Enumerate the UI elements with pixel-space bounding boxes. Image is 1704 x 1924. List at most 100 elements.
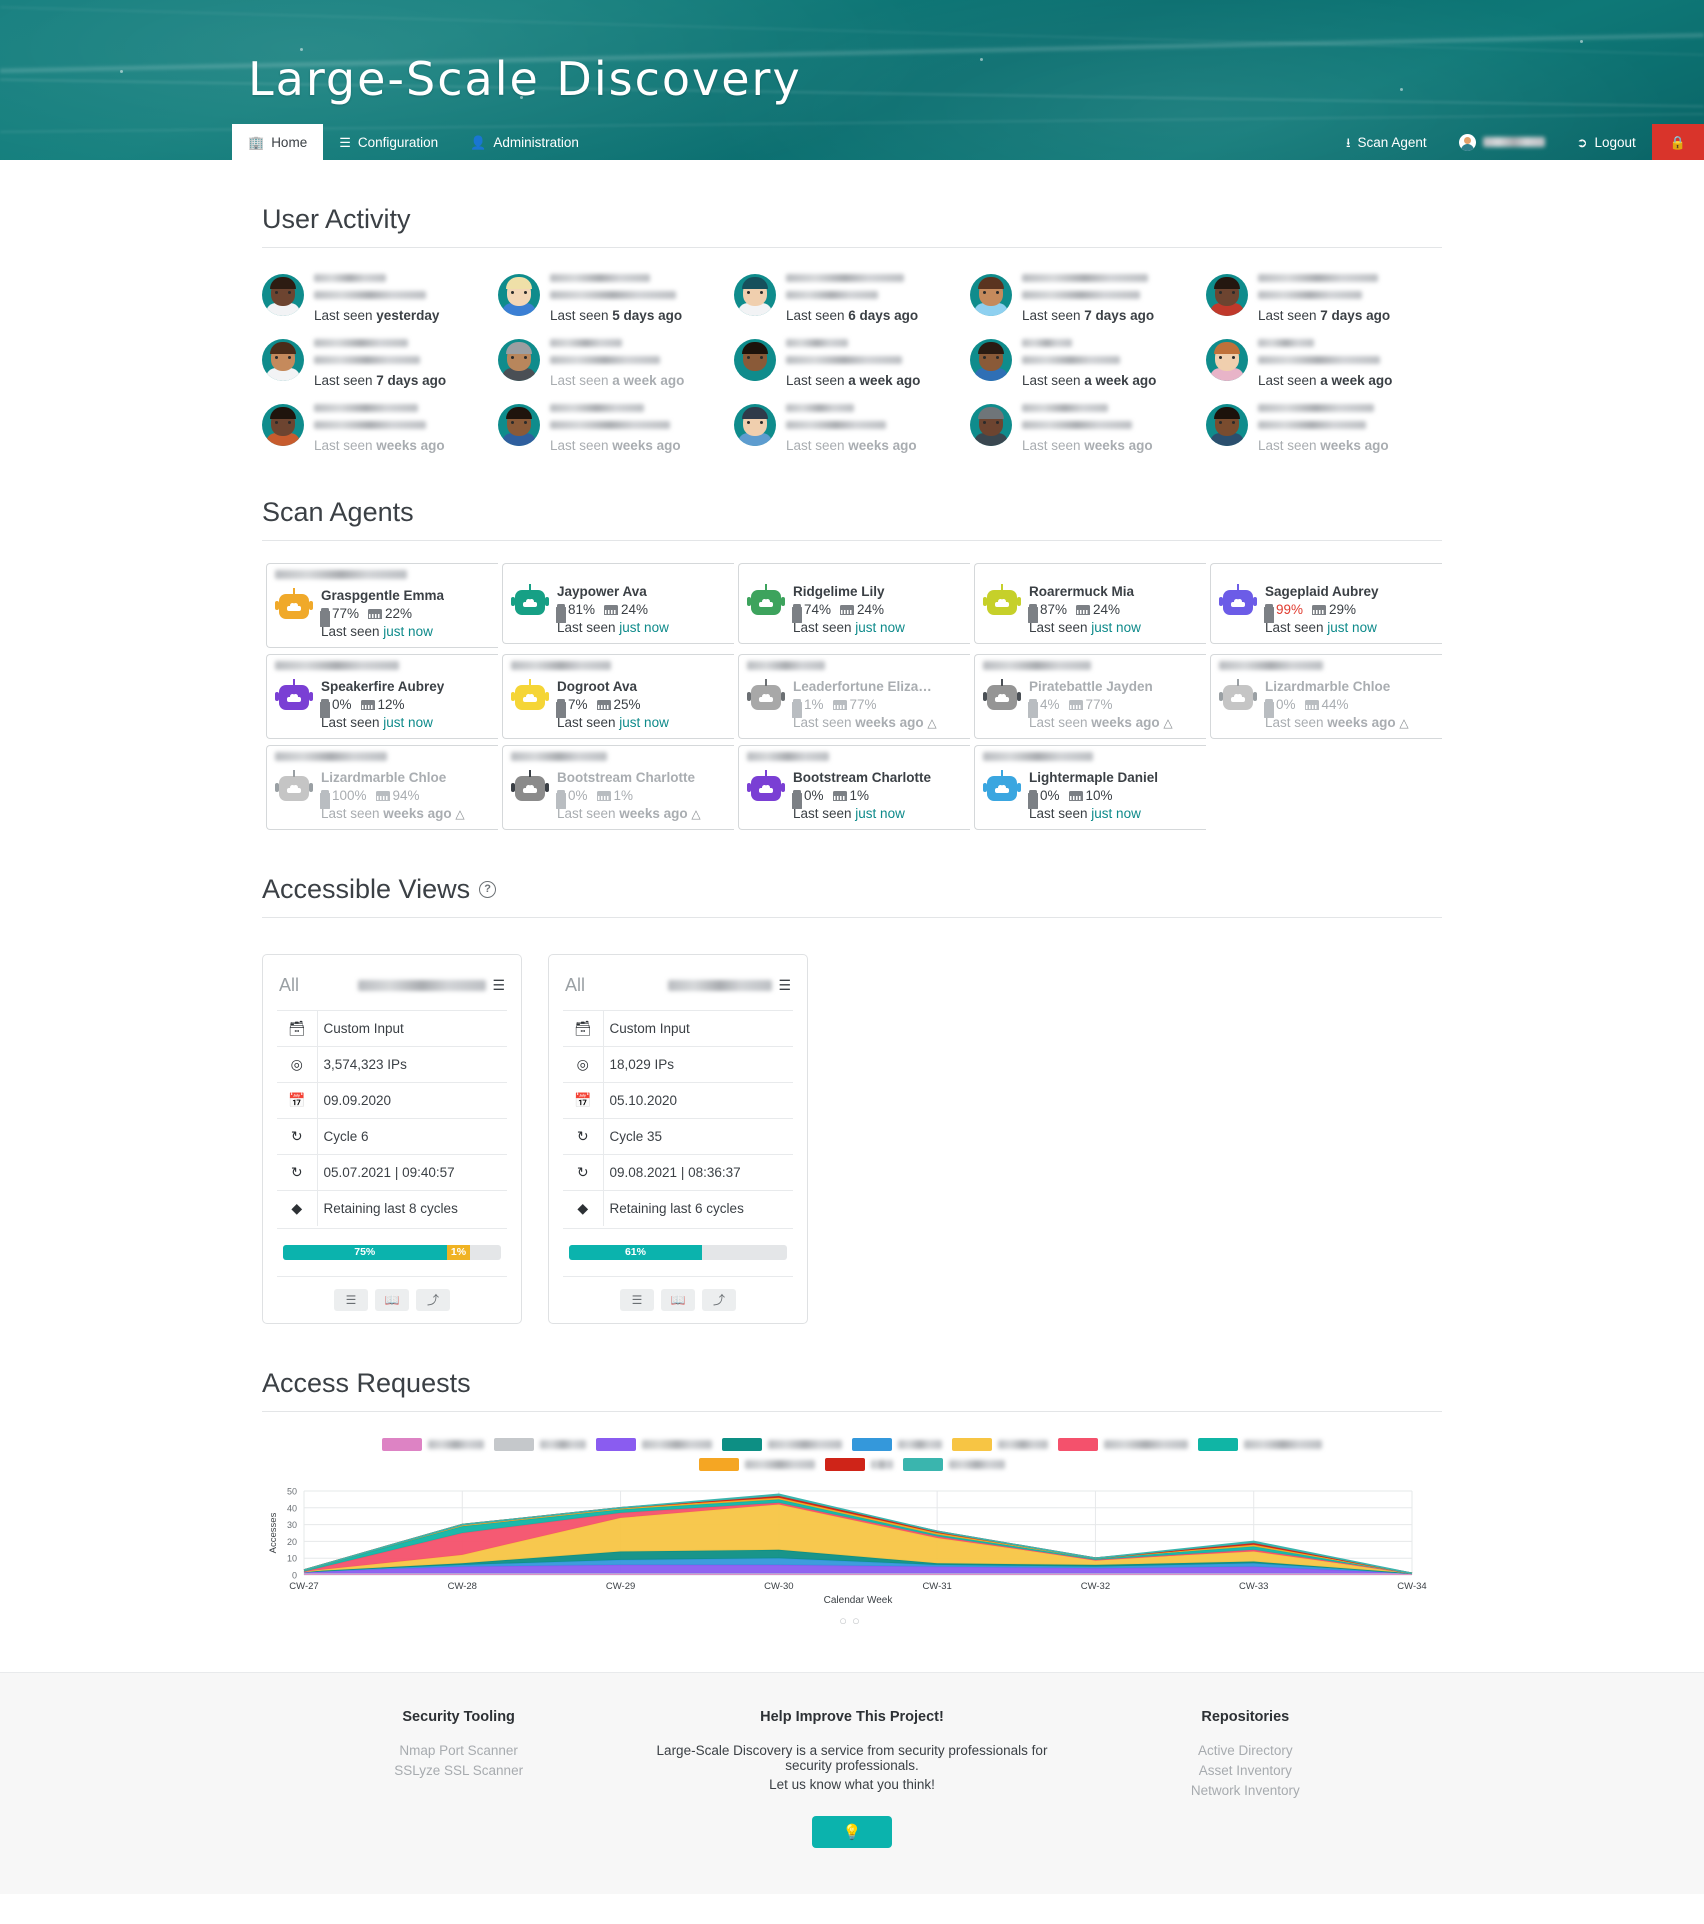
view-action-book-button[interactable]: 📖 <box>375 1288 409 1311</box>
nav-item-home[interactable]: 🏢 Home <box>232 124 324 160</box>
scan-agent-item[interactable]: Lightermaple Daniel 0% 10% Last seen just n… <box>970 744 1206 830</box>
scan-agent-item[interactable]: Dogroot Ava 7% 25% Last seen just now <box>498 653 734 739</box>
cpu-icon <box>1265 698 1273 711</box>
agent-cpu-value: 74% <box>804 601 832 617</box>
scan-agent-item[interactable]: Ridgelime Lily 74% 24% Last seen just now <box>734 563 970 648</box>
scan-agent-item[interactable]: Lizardmarble Chloe 0% 44% Last seen weeks a… <box>1206 653 1442 739</box>
footer-title-security-tooling: Security Tooling <box>402 1708 515 1725</box>
scan-agent-item[interactable]: Bootstream Charlotte 0% 1% Last seen weeks … <box>498 744 734 830</box>
user-activity-item[interactable]: Last seen a week ago <box>498 339 734 388</box>
nav-item-user-account[interactable] <box>1443 124 1561 160</box>
footer-col-security-tooling: Security Tooling Nmap Port Scanner SSLyz… <box>262 1709 655 1848</box>
scan-agent-item[interactable]: Leaderfortune Elizabe... 1% 77% Last seen w… <box>734 653 970 739</box>
agent-last-seen: Last seen just now <box>1265 619 1377 635</box>
nav-item-scan-agent[interactable]: ⭳ Scan Agent <box>1330 124 1443 160</box>
agent-host-redacted <box>747 660 825 670</box>
view-action-share-button[interactable]: ⤴ <box>702 1288 736 1311</box>
agent-name: Lightermaple Daniel <box>1029 769 1159 785</box>
user-activity-item[interactable]: Last seen weeks ago <box>262 404 498 453</box>
user-last-seen: Last seen a week ago <box>1258 373 1393 388</box>
agent-name: Speakerfire Aubrey <box>321 678 445 694</box>
view-card-header: All ☰ <box>563 969 793 1010</box>
memory-icon <box>1076 604 1091 615</box>
scan-agent-item[interactable]: Lizardmarble Chloe 100% 94% Last seen weeks… <box>262 744 498 830</box>
nav-item-configuration[interactable]: ☰ Configuration <box>323 124 454 160</box>
user-activity-item[interactable]: Last seen 5 days ago <box>498 274 734 323</box>
user-activity-item[interactable]: Last seen 7 days ago <box>1206 274 1442 323</box>
chart-legend-item[interactable] <box>722 1437 842 1451</box>
user-last-seen: Last seen a week ago <box>786 373 921 388</box>
scan-agent-item[interactable]: Graspgentle Emma 77% 22% Last seen just now <box>262 563 498 648</box>
agent-cpu-value: 0% <box>1276 696 1296 712</box>
user-activity-item[interactable]: Last seen 7 days ago <box>262 339 498 388</box>
chart-legend-item[interactable] <box>699 1457 815 1471</box>
view-actions: ☰ 📖 ⤴ <box>277 1275 507 1311</box>
user-name-redacted <box>1022 274 1148 282</box>
user-activity-item[interactable]: Last seen a week ago <box>734 339 970 388</box>
scan-agent-item[interactable]: Bootstream Charlotte 0% 1% Last seen just n… <box>734 744 970 830</box>
chart-legend-item[interactable] <box>1058 1437 1188 1451</box>
help-icon[interactable]: ? <box>479 880 497 898</box>
scan-agent-item[interactable]: Sageplaid Aubrey 99% 29% Last seen just now <box>1206 563 1442 648</box>
user-activity-item[interactable]: Last seen weeks ago <box>734 404 970 453</box>
agent-memory-stat: 29% <box>1312 601 1356 619</box>
view-card-header: All ☰ <box>277 969 507 1010</box>
chart-legend-item[interactable] <box>852 1437 942 1451</box>
accessible-view-card[interactable]: All ☰ 🗃 Custom Input ◎ 18,029 IPs 📅 05.10.2020… <box>548 953 808 1324</box>
agent-cpu-stat: 100% <box>321 787 367 805</box>
user-activity-item[interactable]: Last seen 7 days ago <box>970 274 1206 323</box>
user-activity-item[interactable]: Last seen 6 days ago <box>734 274 970 323</box>
broom-icon: ◆ <box>277 1189 318 1226</box>
agent-row: Jaypower Ava 81% 24% Last seen just now <box>511 583 730 637</box>
user-activity-item[interactable]: Last seen weeks ago <box>1206 404 1442 453</box>
scan-agent-item[interactable]: Speakerfire Aubrey 0% 12% Last seen just no… <box>262 653 498 739</box>
footer-col-repositories: Repositories Active Directory Asset Inve… <box>1049 1709 1442 1848</box>
view-detail-value: Cycle 35 <box>603 1117 793 1155</box>
footer-link-sslyze[interactable]: SSLyze SSL Scanner <box>262 1763 655 1778</box>
robot-avatar-icon <box>747 769 785 807</box>
nav-item-administration[interactable]: 👤 Administration <box>454 124 595 160</box>
footer-link-nmap[interactable]: Nmap Port Scanner <box>262 1743 655 1758</box>
nav-item-lock[interactable]: 🔒 <box>1651 124 1704 160</box>
user-activity-item[interactable]: Last seen weeks ago <box>970 404 1206 453</box>
progress-segment: 75% <box>283 1244 447 1260</box>
chart-legend-item[interactable] <box>1198 1437 1322 1451</box>
view-detail-row: ↻ 05.07.2021 | 09:40:57 <box>277 1153 507 1191</box>
view-action-book-button[interactable]: 📖 <box>661 1288 695 1311</box>
legend-color-swatch <box>382 1437 422 1451</box>
agent-stats: 0% 1% <box>793 787 931 805</box>
footer-link-network-inventory[interactable]: Network Inventory <box>1049 1783 1442 1798</box>
view-name-redacted <box>668 979 773 991</box>
user-info: Last seen 7 days ago <box>314 339 446 388</box>
footer-link-asset-inventory[interactable]: Asset Inventory <box>1049 1763 1442 1778</box>
scan-agent-item[interactable]: Jaypower Ava 81% 24% Last seen just now <box>498 563 734 648</box>
footer-link-active-directory[interactable]: Active Directory <box>1049 1743 1442 1758</box>
chart-legend-item[interactable] <box>382 1437 484 1451</box>
nav-item-logout[interactable]: ➲ Logout <box>1561 124 1652 160</box>
agent-meta: Ridgelime Lily 74% 24% Last seen just now <box>793 583 905 637</box>
view-action-database-button[interactable]: ☰ <box>620 1288 654 1311</box>
chart-legend-item[interactable] <box>596 1437 712 1451</box>
user-activity-item[interactable]: Last seen weeks ago <box>498 404 734 453</box>
chart-legend-item[interactable] <box>952 1437 1048 1451</box>
feedback-button[interactable]: 💡 <box>811 1815 892 1848</box>
user-activity-item[interactable]: Last seen a week ago <box>1206 339 1442 388</box>
scan-agent-item[interactable]: Roarermuck Mia 87% 24% Last seen just now <box>970 563 1206 648</box>
agent-box: Bootstream Charlotte 0% 1% Last seen just n… <box>738 744 970 830</box>
home-icon: 🏢 <box>248 134 265 150</box>
agent-cpu-value: 0% <box>332 696 352 712</box>
legend-color-swatch <box>952 1437 992 1451</box>
view-action-database-button[interactable]: ☰ <box>334 1288 368 1311</box>
view-action-share-button[interactable]: ⤴ <box>416 1288 450 1311</box>
agent-box: Lizardmarble Chloe 0% 44% Last seen weeks a… <box>1210 653 1442 739</box>
chart-legend-item[interactable] <box>494 1437 586 1451</box>
svg-text:20: 20 <box>287 1536 297 1546</box>
chart-pagination-dots[interactable]: ○○ <box>262 1613 1442 1628</box>
scan-agent-item[interactable]: Piratebattle Jayden 4% 77% Last seen weeks … <box>970 653 1206 739</box>
user-activity-item[interactable]: Last seen yesterday <box>262 274 498 323</box>
accessible-view-card[interactable]: All ☰ 🗃 Custom Input ◎ 3,574,323 IPs 📅 09.09.2… <box>262 953 522 1324</box>
chart-legend-item[interactable] <box>825 1457 893 1471</box>
chart-legend-item[interactable] <box>903 1457 1005 1471</box>
avatar-icon <box>1458 133 1476 151</box>
user-activity-item[interactable]: Last seen a week ago <box>970 339 1206 388</box>
